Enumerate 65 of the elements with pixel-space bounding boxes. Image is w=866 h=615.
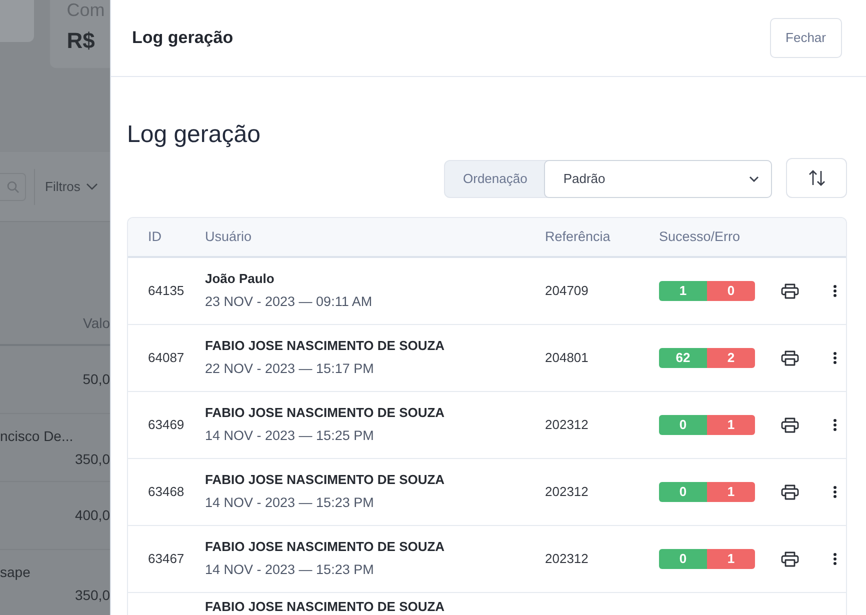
date-time: 14 NOV - 2023 — 15:25 PM: [205, 427, 375, 446]
success-count: 0: [659, 482, 707, 502]
user-name: FABIO JOSE NASCIMENTO DE SOUZA: [205, 598, 446, 615]
column-header: Usuário: [205, 228, 253, 246]
chevron-icon: [86, 182, 98, 190]
error-count: 1: [707, 482, 755, 502]
column-header: Referência: [545, 228, 612, 246]
error-count: 1: [707, 548, 755, 569]
table-cell-text: 204709: [545, 282, 590, 300]
success-count: 0: [659, 548, 707, 569]
page-heading: Log geração: [127, 121, 262, 150]
sort-select[interactable]: Padrão: [544, 160, 772, 198]
panel-title: Log geração: [132, 28, 234, 48]
column-header: Valo: [83, 314, 110, 333]
close-button[interactable]: Fechar: [770, 18, 842, 58]
table-cell: 350,0: [74, 586, 110, 602]
user-name: João Paulo: [205, 270, 276, 288]
user-name: FABIO JOSE NASCIMENTO DE SOUZA: [205, 404, 446, 422]
chevron-icon: [749, 176, 759, 182]
sort-button[interactable]: [786, 158, 847, 198]
date-time: 14 NOV - 2023 — 15:23 PM: [205, 561, 375, 580]
table-cell-text: 202312: [545, 483, 590, 502]
table-cell: 400,0: [74, 507, 110, 523]
success-count: 1: [659, 280, 707, 301]
table-cell-text: 204801: [545, 349, 590, 368]
error-count: 0: [707, 280, 755, 301]
more-options-icon[interactable]: [833, 486, 837, 498]
table-cell-text: 63469: [148, 416, 186, 434]
sort-arrows-icon: [808, 168, 826, 187]
sort-label: Ordenação: [462, 170, 528, 188]
date-time: 22 NOV - 2023 — 15:17 PM: [205, 360, 375, 378]
printer-icon[interactable]: [781, 484, 799, 500]
printer-icon[interactable]: [781, 416, 799, 433]
error-count: 1: [707, 414, 755, 435]
table-cell-text: sape: [0, 562, 32, 582]
table-cell: 350,0: [74, 450, 110, 466]
printer-icon[interactable]: [781, 282, 799, 299]
date-time: 23 NOV - 2023 — 09:11 AM: [205, 293, 374, 312]
success-count: 0: [659, 414, 707, 435]
more-options-icon[interactable]: [833, 284, 837, 297]
success-count: 62: [659, 348, 707, 368]
table-cell-text: 64087: [148, 349, 186, 368]
printer-icon[interactable]: [781, 550, 799, 567]
printer-icon[interactable]: [781, 350, 799, 366]
column-header: Sucesso/Erro: [659, 228, 742, 246]
more-options-icon[interactable]: [833, 552, 837, 565]
error-count: 2: [707, 348, 755, 368]
filter-label: Filtros: [45, 178, 80, 196]
search-field[interactable]: [0, 172, 26, 200]
more-options-icon[interactable]: [833, 352, 837, 364]
user-name: FABIO JOSE NASCIMENTO DE SOUZA: [205, 538, 446, 556]
table-cell-text: 63468: [148, 483, 186, 502]
card-value: R$: [66, 27, 96, 55]
table-cell-text: ncisco De...: [0, 426, 74, 446]
table-cell-text: 202312: [545, 550, 590, 568]
column-header: ID: [148, 228, 162, 246]
user-name: FABIO JOSE NASCIMENTO DE SOUZA: [205, 470, 446, 489]
more-options-icon[interactable]: [833, 418, 837, 431]
table-cell-text: 202312: [545, 416, 590, 434]
date-time: 14 NOV - 2023 — 15:23 PM: [205, 494, 375, 512]
table-cell: 50,0: [82, 371, 110, 387]
search-icon: [6, 180, 18, 192]
table-cell-text: 63467: [148, 550, 186, 568]
user-name: FABIO JOSE NASCIMENTO DE SOUZA: [205, 336, 446, 355]
table-cell-text: 64135: [148, 282, 186, 300]
